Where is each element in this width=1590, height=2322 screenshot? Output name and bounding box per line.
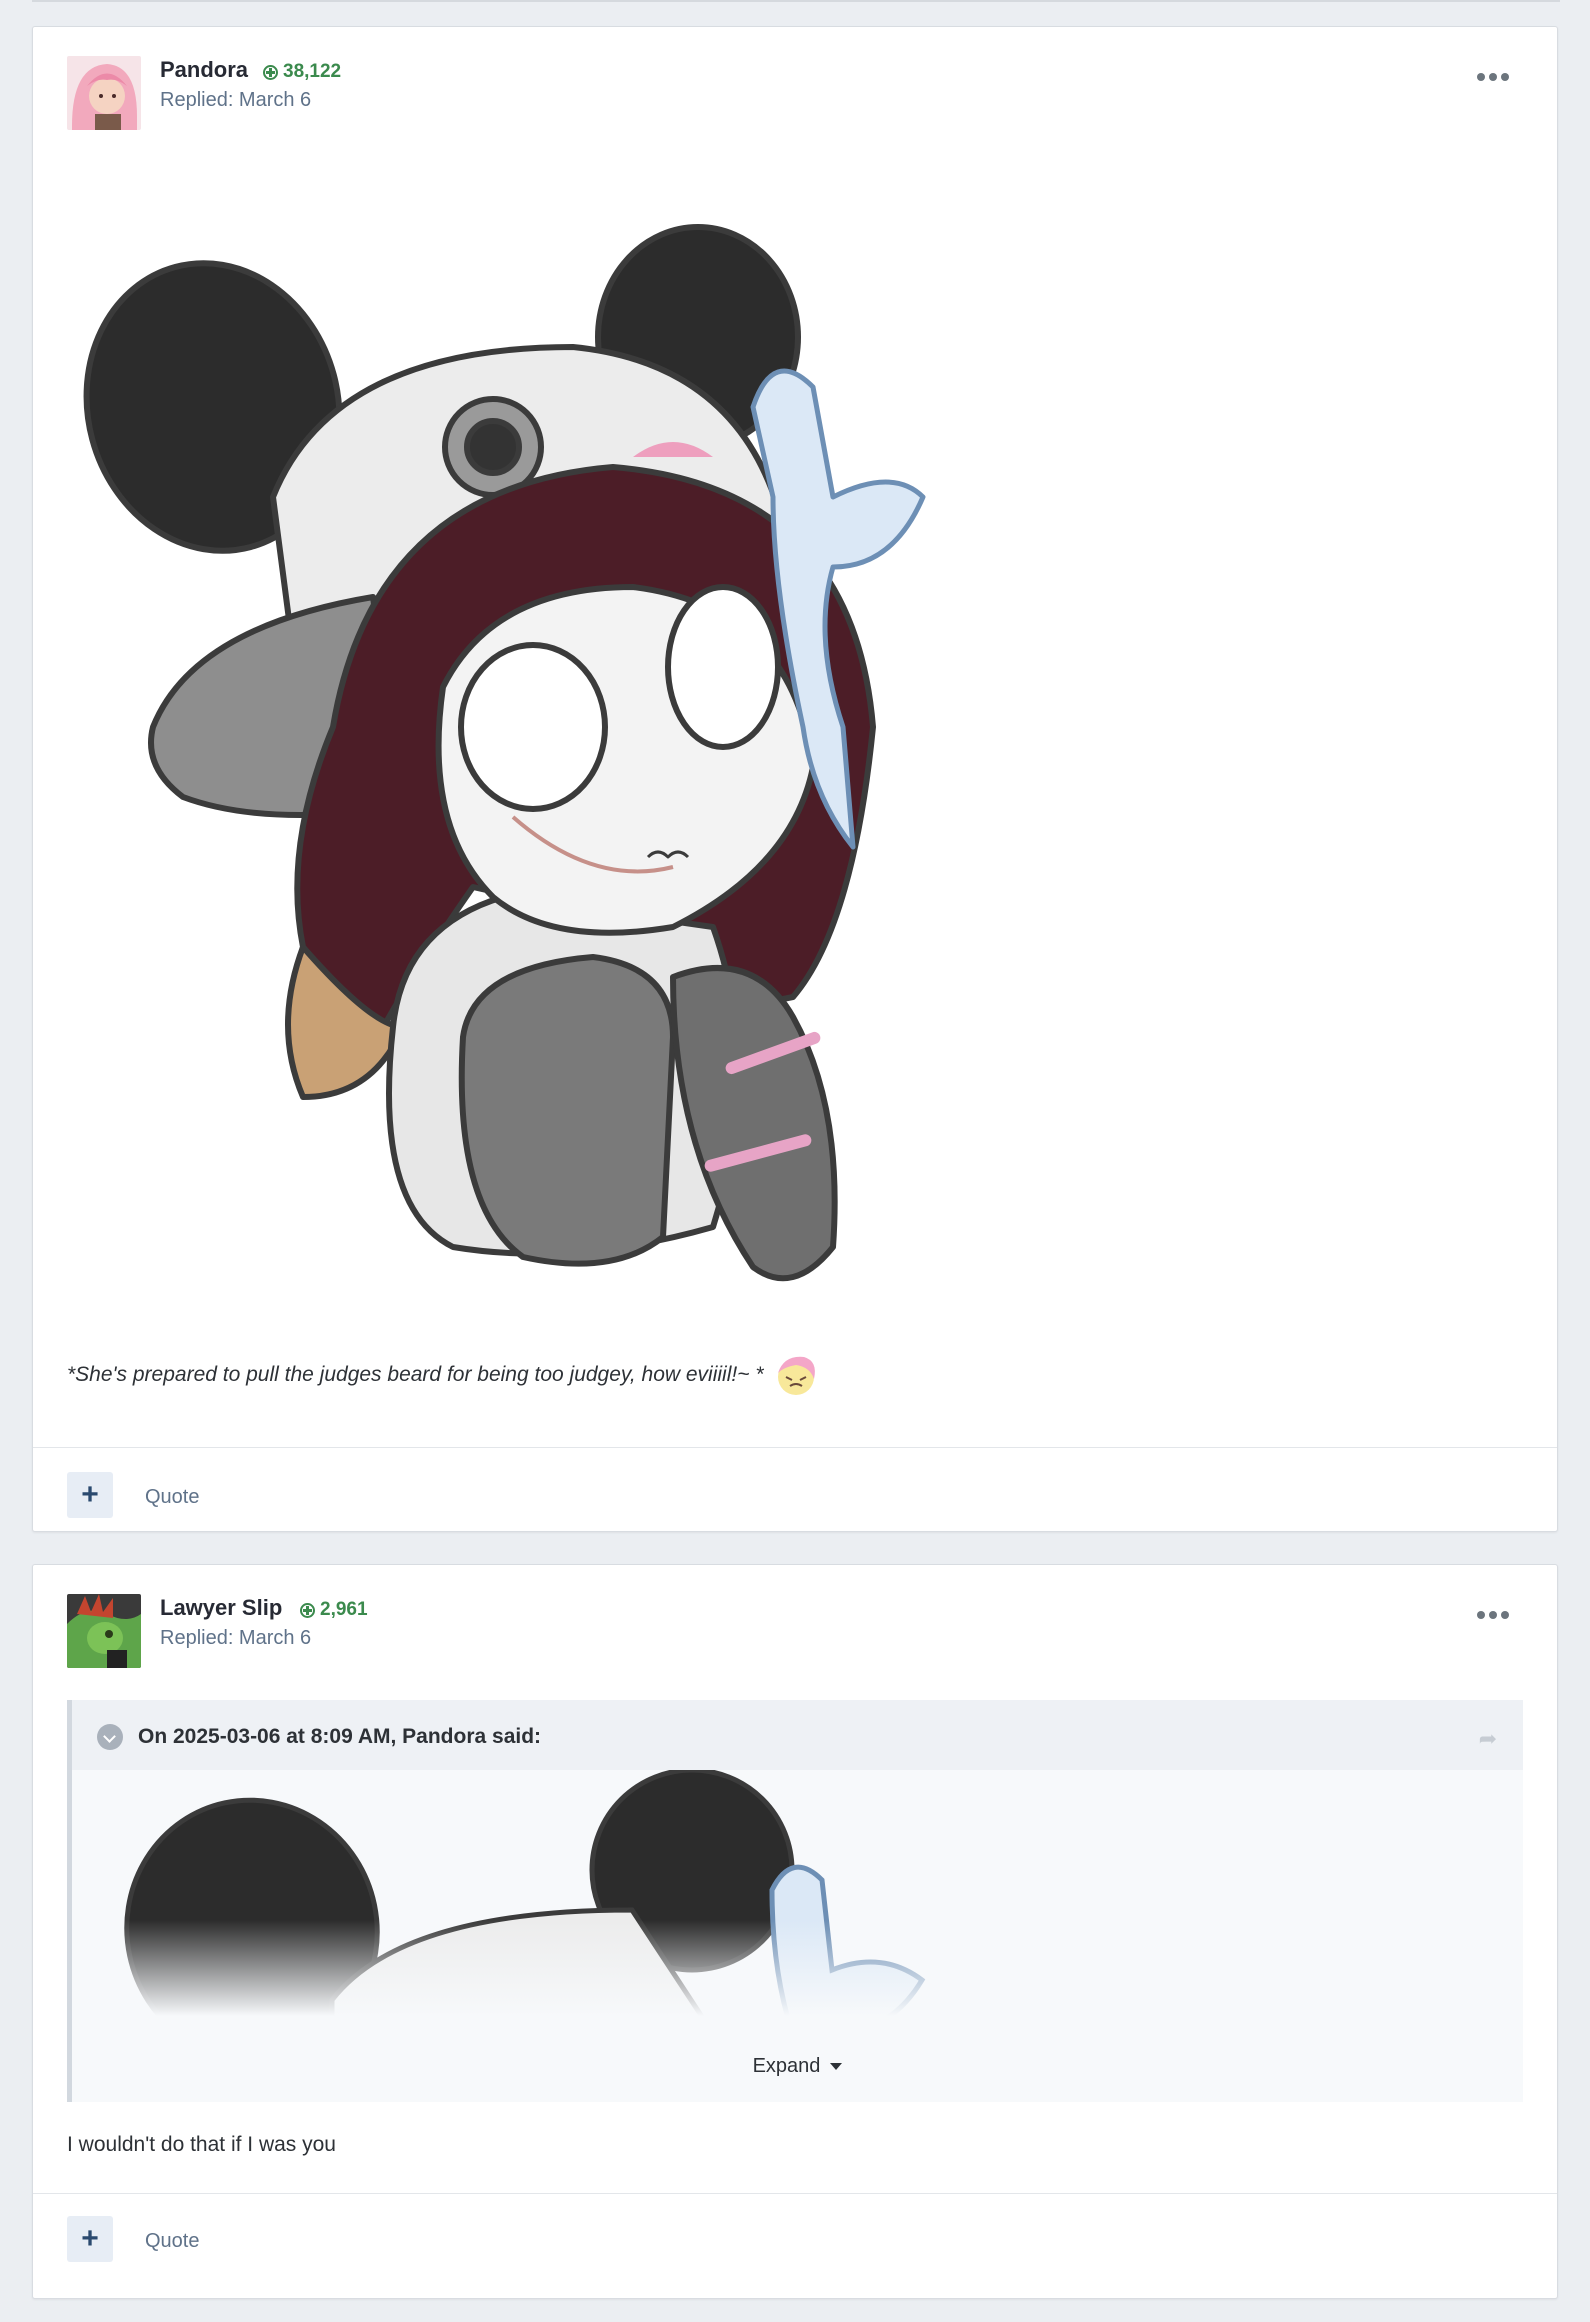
page-top-divider [32,0,1560,2]
quoted-post: On 2025-03-06 at 8:09 AM, Pandora said: … [67,1700,1523,2102]
collapse-toggle-icon[interactable] [97,1724,123,1750]
caret-down-icon [830,2063,843,2071]
post-body: I wouldn't do that if I was you [67,2133,336,2156]
reaction-button[interactable]: + [67,1472,113,1518]
reputation-plus-icon [300,1602,315,1618]
fluttershy-emoji-icon [774,1353,818,1397]
reputation-plus-icon [263,64,278,80]
author-name[interactable]: Lawyer Slip [160,1595,282,1621]
quote-button[interactable]: Quote [145,2230,199,2253]
quote-header: On 2025-03-06 at 8:09 AM, Pandora said: … [72,1700,1523,1770]
post-caption: *She's prepared to pull the judges beard… [67,1363,764,1386]
reaction-button[interactable]: + [67,2216,113,2262]
forum-post: Lawyer Slip 2,961 Replied: March 6 On 20… [32,1564,1558,2299]
avatar[interactable] [67,1594,141,1668]
reputation-badge: 2,961 [300,1599,368,1621]
expand-quote-button[interactable]: Expand [72,2055,1523,2078]
post-timestamp[interactable]: Replied: March 6 [160,89,311,112]
avatar[interactable] [67,56,141,130]
author-name[interactable]: Pandora [160,57,248,83]
post-options-icon[interactable] [1477,1605,1511,1625]
post-options-icon[interactable] [1477,67,1511,87]
quote-fade-overlay [72,1920,1523,2040]
post-timestamp[interactable]: Replied: March 6 [160,1627,311,1650]
share-arrow-icon[interactable]: ➦ [1479,1726,1497,1752]
reputation-count: 38,122 [283,61,342,82]
quote-citation[interactable]: On 2025-03-06 at 8:09 AM, Pandora said: [138,1725,541,1749]
expand-label[interactable]: Expand [753,2055,821,2077]
reputation-count: 2,961 [320,1599,368,1620]
panda-pony-image [83,224,926,1282]
quote-button[interactable]: Quote [145,1486,199,1509]
post-footer-divider [33,2193,1557,2194]
reputation-badge: 38,122 [263,61,341,83]
post-footer-divider [33,1447,1557,1448]
forum-post: Pandora 38,122 Replied: March 6 *She's p… [32,26,1558,1532]
post-body: *She's prepared to pull the judges beard… [67,1353,818,1397]
